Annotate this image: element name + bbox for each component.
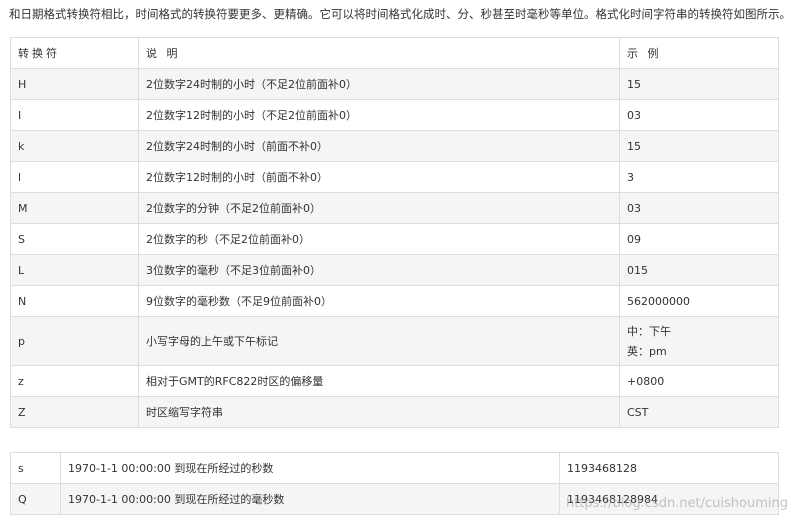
table-row: Z 时区缩写字符串 CST bbox=[10, 396, 779, 428]
example-cell: +0800 bbox=[619, 365, 779, 397]
example-line-chinese: 中：下午 bbox=[627, 325, 671, 338]
example-cell: 1193468128984 bbox=[559, 483, 779, 515]
table-row: L 3位数字的毫秒（不足3位前面补0） 015 bbox=[10, 254, 779, 286]
description-cell: 2位数字的分钟（不足2位前面补0） bbox=[138, 192, 620, 224]
table-row: s 1970-1-1 00:00:00 到现在所经过的秒数 1193468128 bbox=[10, 452, 779, 484]
description-cell: 3位数字的毫秒（不足3位前面补0） bbox=[138, 254, 620, 286]
description-cell: 2位数字24时制的小时（不足2位前面补0） bbox=[138, 68, 620, 100]
description-cell: 2位数字12时制的小时（不足2位前面补0） bbox=[138, 99, 620, 131]
description-cell: 9位数字的毫秒数（不足9位前面补0） bbox=[138, 285, 620, 317]
symbol-cell: s bbox=[10, 452, 61, 484]
table-row: Q 1970-1-1 00:00:00 到现在所经过的毫秒数 119346812… bbox=[10, 483, 779, 515]
example-cell: 中：下午 英：pm bbox=[619, 316, 779, 366]
description-cell: 2位数字12时制的小时（前面不补0） bbox=[138, 161, 620, 193]
description-cell: 小写字母的上午或下午标记 bbox=[138, 316, 620, 366]
description-cell: 2位数字的秒（不足2位前面补0） bbox=[138, 223, 620, 255]
description-cell: 2位数字24时制的小时（前面不补0） bbox=[138, 130, 620, 162]
header-example: 示 例 bbox=[619, 37, 779, 69]
example-cell: 03 bbox=[619, 192, 779, 224]
intro-paragraph: 和日期格式转换符相比，时间格式的转换符要更多、更精确。它可以将时间格式化成时、分… bbox=[9, 7, 791, 21]
symbol-cell: Z bbox=[10, 396, 139, 428]
example-line-english: 英：pm bbox=[627, 345, 667, 358]
example-cell: 15 bbox=[619, 130, 779, 162]
example-cell: 015 bbox=[619, 254, 779, 286]
description-cell: 1970-1-1 00:00:00 到现在所经过的秒数 bbox=[60, 452, 560, 484]
symbol-cell: z bbox=[10, 365, 139, 397]
table-header-row: 转换符 说 明 示 例 bbox=[10, 37, 779, 69]
symbol-cell: p bbox=[10, 316, 139, 366]
example-cell: 1193468128 bbox=[559, 452, 779, 484]
table-row: I 2位数字12时制的小时（不足2位前面补0） 03 bbox=[10, 99, 779, 131]
symbol-cell: N bbox=[10, 285, 139, 317]
example-cell: 09 bbox=[619, 223, 779, 255]
table-row: M 2位数字的分钟（不足2位前面补0） 03 bbox=[10, 192, 779, 224]
example-cell: CST bbox=[619, 396, 779, 428]
table-row: k 2位数字24时制的小时（前面不补0） 15 bbox=[10, 130, 779, 162]
symbol-cell: k bbox=[10, 130, 139, 162]
description-cell: 时区缩写字符串 bbox=[138, 396, 620, 428]
table-row: N 9位数字的毫秒数（不足9位前面补0） 562000000 bbox=[10, 285, 779, 317]
table-row: z 相对于GMT的RFC822时区的偏移量 +0800 bbox=[10, 365, 779, 397]
example-cell: 03 bbox=[619, 99, 779, 131]
table-row: S 2位数字的秒（不足2位前面补0） 09 bbox=[10, 223, 779, 255]
example-cell: 15 bbox=[619, 68, 779, 100]
symbol-cell: H bbox=[10, 68, 139, 100]
description-cell: 1970-1-1 00:00:00 到现在所经过的毫秒数 bbox=[60, 483, 560, 515]
epoch-format-table: s 1970-1-1 00:00:00 到现在所经过的秒数 1193468128… bbox=[10, 452, 779, 515]
table-row: p 小写字母的上午或下午标记 中：下午 英：pm bbox=[10, 316, 779, 366]
symbol-cell: L bbox=[10, 254, 139, 286]
header-symbol: 转换符 bbox=[10, 37, 139, 69]
description-cell: 相对于GMT的RFC822时区的偏移量 bbox=[138, 365, 620, 397]
time-format-table: 转换符 说 明 示 例 H 2位数字24时制的小时（不足2位前面补0） 15 I… bbox=[10, 37, 779, 428]
table-row: H 2位数字24时制的小时（不足2位前面补0） 15 bbox=[10, 68, 779, 100]
header-description: 说 明 bbox=[138, 37, 620, 69]
table-row: l 2位数字12时制的小时（前面不补0） 3 bbox=[10, 161, 779, 193]
example-cell: 3 bbox=[619, 161, 779, 193]
symbol-cell: I bbox=[10, 99, 139, 131]
example-cell: 562000000 bbox=[619, 285, 779, 317]
symbol-cell: l bbox=[10, 161, 139, 193]
symbol-cell: M bbox=[10, 192, 139, 224]
symbol-cell: Q bbox=[10, 483, 61, 515]
symbol-cell: S bbox=[10, 223, 139, 255]
